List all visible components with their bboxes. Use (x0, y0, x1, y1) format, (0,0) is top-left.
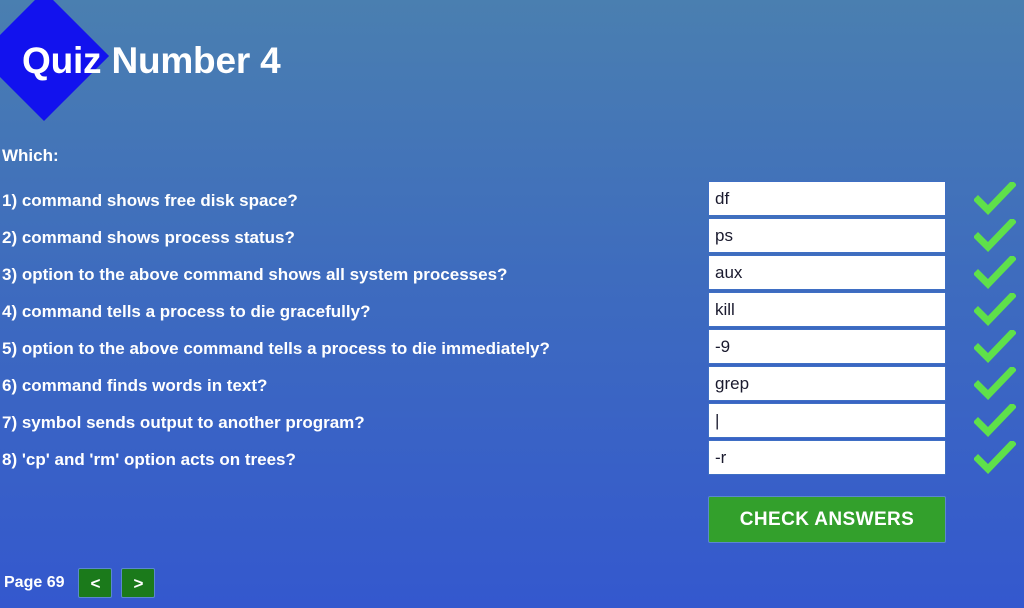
correct-check-icon (974, 219, 1016, 253)
question-item: 6) command finds words in text? (2, 376, 268, 395)
question-item: 4) command tells a process to die gracef… (2, 302, 371, 321)
answer-input-8[interactable] (708, 440, 946, 475)
page-number-label: Page 69 (4, 574, 65, 591)
answer-row (708, 292, 1016, 329)
question-item: 8) 'cp' and 'rm' option acts on trees? (2, 450, 296, 469)
quiz-prompt: Which: (2, 146, 59, 165)
question-item: 5) option to the above command tells a p… (2, 339, 550, 358)
answer-row (708, 440, 1016, 477)
answer-input-4[interactable] (708, 292, 946, 327)
correct-check-icon (974, 182, 1016, 216)
correct-check-icon (974, 256, 1016, 290)
question-item: 3) option to the above command shows all… (2, 265, 508, 284)
correct-check-icon (974, 330, 1016, 364)
correct-check-icon (974, 293, 1016, 327)
answer-row (708, 181, 1016, 218)
footer: Page 69 < > (0, 566, 1024, 600)
next-page-button[interactable]: > (121, 568, 156, 598)
question-item: 2) command shows process status? (2, 228, 295, 247)
answer-row (708, 218, 1016, 255)
answer-row (708, 403, 1016, 440)
answer-input-1[interactable] (708, 181, 946, 216)
header: Quiz Number 4 (0, 0, 1024, 122)
answer-row (708, 366, 1016, 403)
answer-input-7[interactable] (708, 403, 946, 438)
correct-check-icon (974, 367, 1016, 401)
answer-column (708, 181, 1016, 477)
question-item: 7) symbol sends output to another progra… (2, 413, 365, 432)
answer-input-2[interactable] (708, 218, 946, 253)
previous-page-button[interactable]: < (78, 568, 113, 598)
answer-row (708, 255, 1016, 292)
answer-input-5[interactable] (708, 329, 946, 364)
question-list: 1) command shows free disk space? 2) com… (2, 186, 692, 482)
answer-row (708, 329, 1016, 366)
question-item: 1) command shows free disk space? (2, 191, 298, 210)
answer-input-6[interactable] (708, 366, 946, 401)
answer-input-3[interactable] (708, 255, 946, 290)
check-answers-button[interactable]: CHECK ANSWERS (708, 496, 946, 543)
correct-check-icon (974, 404, 1016, 438)
page-title: Quiz Number 4 (22, 40, 281, 81)
correct-check-icon (974, 441, 1016, 475)
